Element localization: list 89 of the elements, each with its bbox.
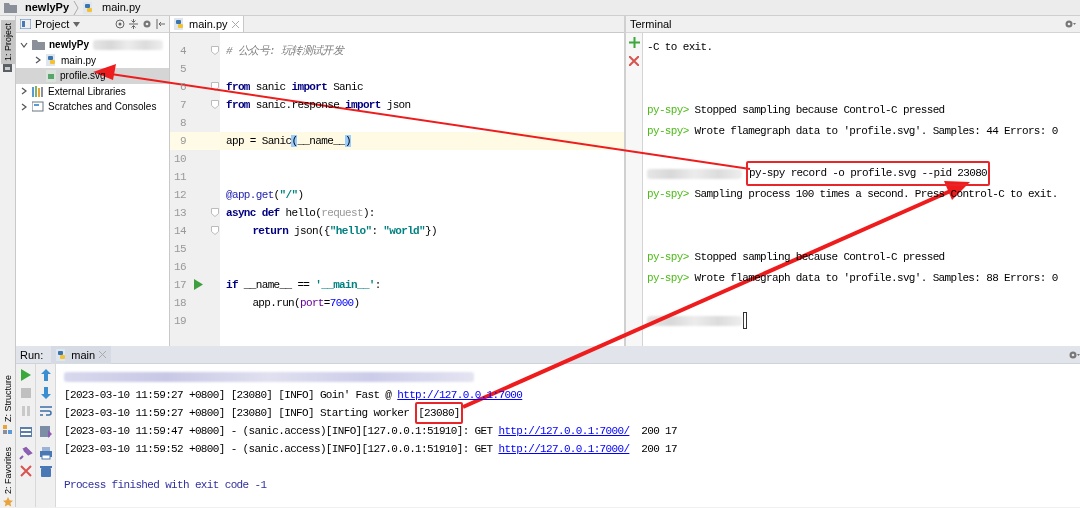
- library-icon: [32, 85, 44, 97]
- breadcrumb-item[interactable]: newlyPy: [21, 0, 74, 15]
- tool-window-tab[interactable]: 2: Favorites: [0, 443, 15, 497]
- line-number: 11: [174, 171, 186, 183]
- trash-icon[interactable]: [38, 464, 53, 479]
- line-number: 17: [174, 279, 186, 291]
- structure-icon: [3, 424, 12, 434]
- code-line: if __name__ == '__main__':: [225, 278, 381, 293]
- console-link[interactable]: http://127.0.0.1:7000/: [498, 422, 630, 441]
- terminal-command: py-spy record -o profile.svg --pid 23080: [746, 161, 991, 186]
- terminal-line: -C to exit.: [647, 40, 713, 55]
- soft-wrap-icon[interactable]: [38, 404, 53, 419]
- fold-marker-icon[interactable]: [211, 208, 219, 217]
- print-icon[interactable]: [38, 446, 53, 461]
- console-text: [2023-03-10 11:59:27 +0800] [23080] [INFO] Goin' Fast @: [64, 388, 393, 404]
- rerun-icon[interactable]: [18, 368, 33, 383]
- image-file-icon: [46, 69, 56, 82]
- fold-marker-icon[interactable]: [211, 46, 219, 55]
- dropdown-caret-icon[interactable]: [73, 21, 81, 27]
- tree-item[interactable]: External Libraries: [16, 83, 169, 99]
- line-number: 6: [180, 81, 186, 93]
- folder-icon: [32, 39, 45, 51]
- chevron-icon: [73, 0, 80, 15]
- panel-label: Run:: [19, 347, 45, 363]
- python-file-icon: [56, 348, 68, 361]
- console-text: [23080]: [415, 402, 463, 425]
- line-number: 18: [174, 297, 186, 309]
- tree-item[interactable]: main.py: [16, 52, 169, 68]
- console-text: [2023-03-10 11:59:52 +0800] - (sanic.access)[INFO][127.0.0.1:51910]: GET: [64, 442, 494, 458]
- hide-icon[interactable]: [156, 19, 165, 29]
- line-number: 12: [174, 189, 186, 201]
- line-number: 7: [180, 99, 186, 111]
- panel-title: Terminal: [630, 16, 672, 32]
- settings-icon[interactable]: [142, 19, 152, 29]
- console-link[interactable]: http://127.0.0.1:7000/: [498, 440, 630, 459]
- code-line: async def hello(request):: [225, 206, 375, 221]
- breadcrumb-item[interactable]: main.py: [98, 0, 145, 15]
- line-number: 8: [180, 117, 186, 129]
- code-line: return json({"hello": "world"}): [251, 224, 437, 239]
- scroll-to-end-icon[interactable]: [38, 425, 53, 440]
- fold-marker-icon[interactable]: [211, 100, 219, 109]
- line-number: 5: [180, 63, 186, 75]
- pin-icon[interactable]: [18, 446, 33, 461]
- settings-icon[interactable]: [1068, 349, 1080, 360]
- console-text: Process finished with exit code -1: [64, 478, 267, 494]
- folder-icon: [4, 2, 17, 13]
- close-icon[interactable]: [18, 464, 33, 479]
- line-number: 13: [174, 207, 186, 219]
- star-icon: [2, 497, 13, 507]
- editor-tab[interactable]: main.py: [170, 16, 244, 32]
- line-number: 19: [174, 315, 186, 327]
- tree-item[interactable]: Scratches and Consoles: [16, 99, 169, 115]
- close-icon[interactable]: [629, 56, 639, 66]
- python-file-icon: [174, 18, 185, 30]
- terminal-line: py-spy> Wrote flamegraph data to 'profile.svg'. Samples: 44 Errors: 0: [647, 124, 1058, 139]
- close-icon[interactable]: [231, 20, 239, 28]
- terminal-line: py-spy> Stopped sampling because Control-C pressed: [647, 103, 945, 118]
- code-line: app.run(port=7000): [251, 296, 360, 311]
- python-file-icon: [83, 1, 95, 14]
- fold-marker-icon[interactable]: [211, 82, 219, 91]
- settings-icon[interactable]: [1064, 19, 1076, 29]
- collapse-all-icon[interactable]: [129, 19, 138, 29]
- console-text: 200 17: [640, 424, 677, 440]
- console-text: [2023-03-10 11:59:47 +0800] - (sanic.access)[INFO][127.0.0.1:51910]: GET: [64, 424, 494, 440]
- line-number: 9: [180, 135, 186, 147]
- console-icon: [32, 101, 44, 113]
- fold-marker-icon[interactable]: [211, 226, 219, 235]
- line-number: 4: [180, 45, 186, 57]
- console-text: [2023-03-10 11:59:27 +0800] [23080] [INFO] Starting worker: [64, 406, 411, 422]
- add-icon[interactable]: [628, 37, 640, 48]
- locate-icon[interactable]: [115, 19, 125, 29]
- text-cursor: [743, 312, 747, 329]
- layout-icon[interactable]: [18, 425, 33, 440]
- tool-window-tab[interactable]: Z: Structure: [0, 371, 15, 425]
- tool-window-tab[interactable]: 1: Project: [0, 20, 15, 65]
- line-number: 16: [174, 261, 186, 273]
- line-number: 15: [174, 243, 186, 255]
- code-line: @app.get("/"): [225, 188, 304, 203]
- project-icon: [3, 64, 12, 73]
- python-file-icon: [46, 54, 57, 67]
- run-icon[interactable]: [194, 279, 203, 290]
- code-line: # 公众号: 玩转测试开发: [225, 44, 343, 59]
- tree-item[interactable]: newlyPy: [16, 37, 169, 53]
- console-text: 200 17: [640, 442, 677, 458]
- line-number: 10: [174, 153, 186, 165]
- code-line: from sanic import Sanic: [225, 80, 363, 95]
- project-view-icon: [20, 19, 31, 29]
- line-number: 14: [174, 225, 186, 237]
- code-line: app = Sanic(__name__): [225, 134, 351, 149]
